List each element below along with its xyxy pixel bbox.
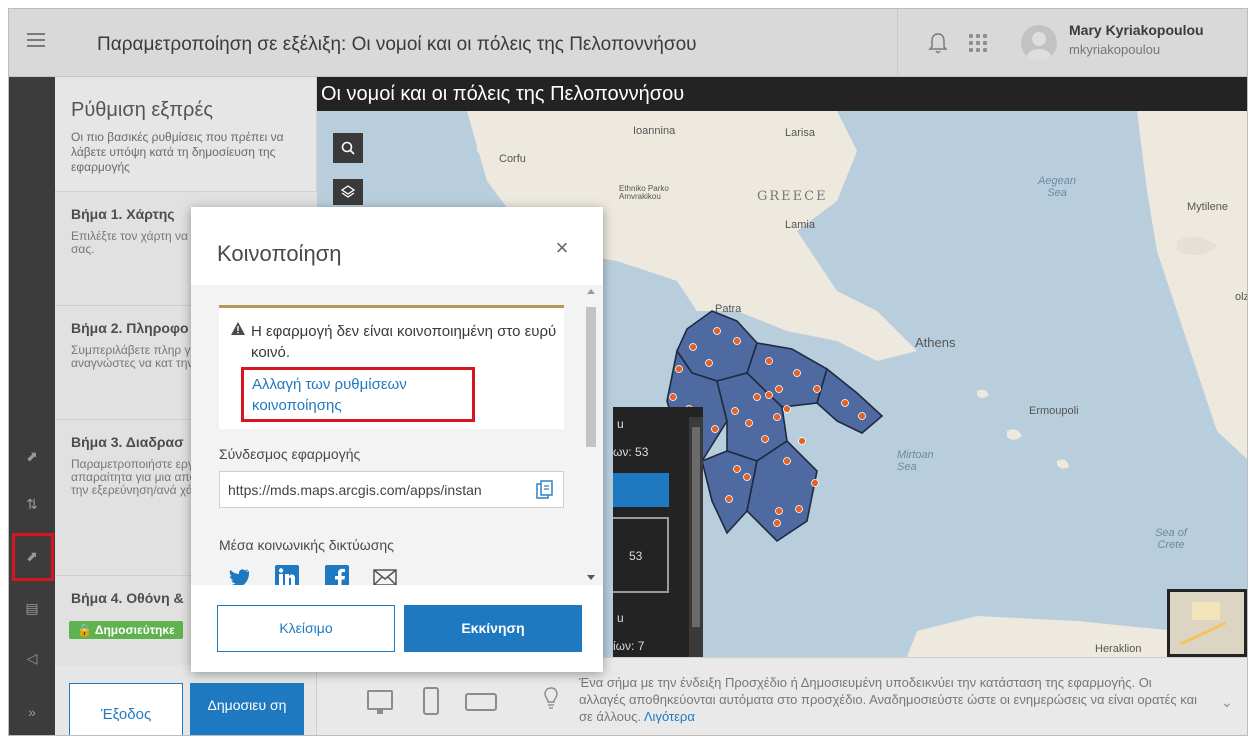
header-divider [897, 9, 898, 77]
twitter-icon[interactable] [227, 565, 251, 585]
map-label-patra: Patra [715, 303, 742, 315]
map-label-ioannina: Ioannina [633, 125, 676, 137]
legend-count-label-2: ίων: 7 [613, 639, 645, 653]
map-title-bar: Οι νομοί και οι πόλεις της Πελοποννήσου [317, 77, 1247, 111]
share-dialog-title: Κοινοποίηση [217, 241, 342, 266]
legend-selected-row[interactable] [613, 473, 669, 507]
app-link-label: Σύνδεσμος εφαρμογής [219, 446, 361, 462]
app-launcher-icon[interactable] [969, 34, 987, 52]
tip-text: Ένα σήμα με την ένδειξη Προσχέδιο ή Δημο… [579, 674, 1199, 725]
app-link-input[interactable] [220, 472, 526, 507]
publish-button[interactable]: Δημοσιευ ση [190, 683, 304, 735]
collapse-tip-icon[interactable]: ⌄ [1221, 694, 1233, 711]
close-icon[interactable]: × [553, 237, 571, 259]
comment-icon[interactable]: ▤ [23, 599, 41, 617]
map-label-larisa: Larisa [785, 127, 815, 139]
warning-message: Η εφαρμογή δεν είναι κοινοποιημένη στο ε… [251, 323, 557, 361]
status-badge-label: Δημοσιεύτηκε [94, 623, 175, 637]
legend-count-value: 53 [629, 549, 643, 563]
less-link[interactable]: Λιγότερα [644, 709, 695, 724]
share-icon[interactable]: ⬈ [23, 547, 41, 565]
bell-icon[interactable] [927, 31, 949, 55]
layers-icon [340, 185, 356, 198]
open-icon[interactable]: ⬈ [23, 447, 41, 465]
search-icon [341, 141, 355, 155]
desktop-preview-icon[interactable] [367, 690, 393, 714]
map-label-aegean: Aegean Sea [1038, 175, 1076, 199]
dialog-scrollbar[interactable] [583, 285, 599, 585]
left-rail: ⬈ ⇅ ⬈ ▤ ◁ » [9, 77, 55, 735]
sharing-warning: Η εφαρμογή δεν είναι κοινοποιημένη στο ε… [219, 305, 564, 429]
overview-map[interactable] [1167, 589, 1247, 657]
map-label-ermoupoli: Ermoupoli [1029, 405, 1079, 417]
tablet-preview-icon[interactable] [465, 693, 497, 711]
app-window: Παραμετροποίηση σε εξέλιξη: Οι νομοί και… [8, 8, 1248, 736]
express-setup-title: Ρύθμιση εξπρές [71, 99, 213, 121]
express-setup-description: Οι πιο βασικές ρυθμίσεις που πρέπει να λ… [71, 130, 284, 174]
scroll-up-icon[interactable] [587, 289, 595, 294]
change-sharing-settings-link[interactable]: Αλλαγή των ρυθμίσεων κοινοποίησης [241, 367, 475, 422]
expand-rail-icon[interactable]: » [23, 703, 41, 721]
linkedin-icon[interactable] [275, 565, 299, 585]
map-search-button[interactable] [333, 133, 363, 163]
map-label-sea-of-crete: Sea of Crete [1155, 527, 1187, 551]
top-header: Παραμετροποίηση σε εξέλιξη: Οι νομοί και… [9, 9, 1247, 77]
share-dialog-footer: Κλείσιμο Εκκίνηση [191, 585, 603, 672]
map-layers-button[interactable] [333, 179, 363, 205]
close-button[interactable]: Κλείσιμο [217, 605, 395, 652]
map-label-heraklion: Heraklion [1095, 643, 1142, 655]
facebook-icon[interactable] [325, 565, 349, 585]
legend-letter: u [617, 611, 624, 625]
sort-icon[interactable]: ⇅ [23, 495, 41, 513]
scroll-down-icon[interactable] [587, 575, 595, 580]
phone-preview-icon[interactable] [423, 687, 439, 715]
email-icon[interactable] [373, 565, 397, 585]
legend-scrollbar[interactable] [689, 417, 703, 657]
map-label-mytilene: Mytilene [1187, 201, 1228, 213]
share-dialog: Κοινοποίηση × Η εφαρμογή δεν είναι κοινο… [191, 207, 603, 672]
announce-icon[interactable]: ◁ [23, 649, 41, 667]
warning-icon [231, 322, 245, 335]
exit-button[interactable]: Έξοδος [69, 683, 183, 735]
legend-count-box: 53 [613, 517, 669, 593]
copy-icon[interactable] [536, 480, 554, 500]
map-label-greece: GREECE [757, 189, 828, 204]
status-badge: 🔒 Δημοσιεύτηκε [69, 621, 183, 639]
app-link-field [219, 471, 564, 508]
social-media-label: Μέσα κοινωνικής δικτύωσης [219, 537, 394, 553]
legend-count-label: ων: 53 [613, 445, 649, 459]
map-label-mirtoan: Mirtoan Sea [897, 449, 934, 473]
map-label-corfu: Corfu [499, 153, 526, 165]
map-label-athens: Athens [915, 335, 956, 350]
lightbulb-icon [544, 687, 558, 709]
user-name[interactable]: Mary Kyriakopoulou [1069, 22, 1204, 38]
avatar[interactable] [1021, 25, 1057, 61]
map-title: Οι νομοί και οι πόλεις της Πελοποννήσου [321, 83, 685, 105]
legend-letter: u [617, 417, 624, 431]
user-login: mkyriakopoulou [1069, 42, 1161, 57]
share-dialog-body: Η εφαρμογή δεν είναι κοινοποιημένη στο ε… [191, 285, 603, 585]
start-button[interactable]: Εκκίνηση [404, 605, 582, 652]
scroll-thumb[interactable] [586, 307, 596, 447]
map-label-izmir-partial: olz [1235, 291, 1248, 303]
menu-icon[interactable] [27, 33, 45, 47]
page-title: Παραμετροποίηση σε εξέλιξη: Οι νομοί και… [97, 34, 697, 55]
map-label-ethniko: Ethniko Parko Amvrakikou [619, 184, 669, 201]
map-label-lamia: Lamia [785, 219, 815, 231]
